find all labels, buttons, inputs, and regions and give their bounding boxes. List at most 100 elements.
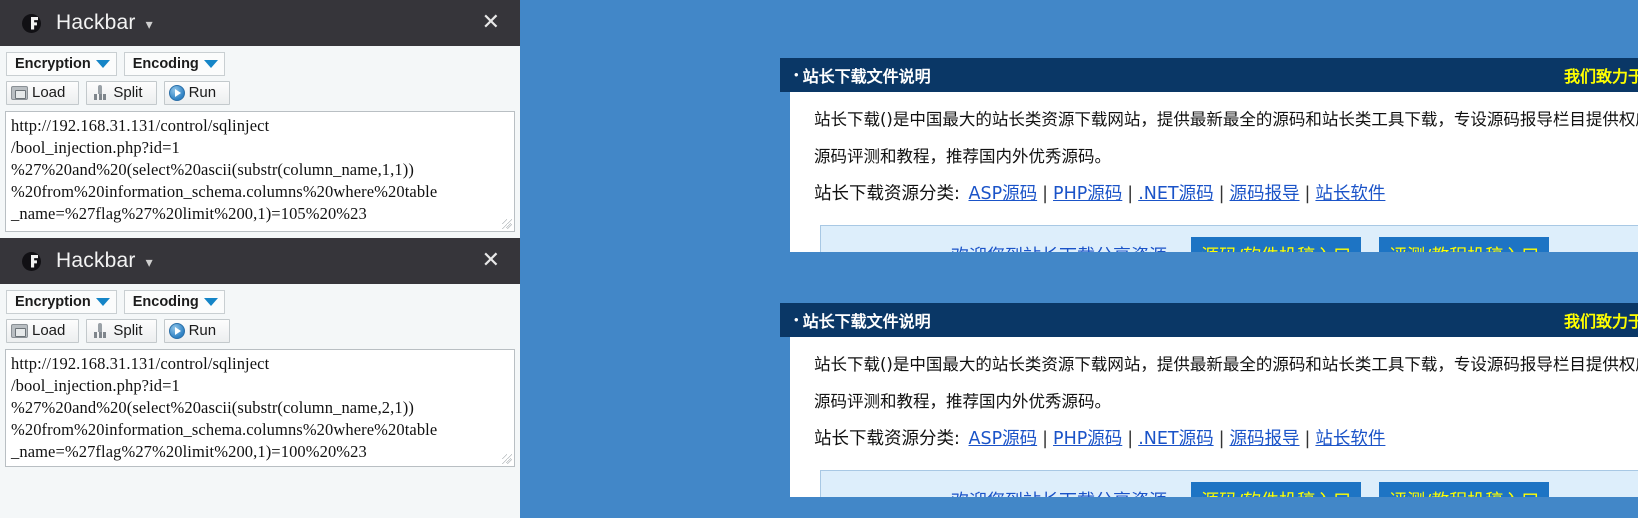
site-block-top: • 站长下载文件说明 我们致力于为中文网站提供动力 站长下载()是中国最大的站长… <box>780 58 1638 252</box>
hackbar-logo-icon <box>22 13 41 33</box>
load-button[interactable]: Load <box>6 319 80 343</box>
category-link-software[interactable]: 站长软件 <box>1315 184 1385 204</box>
site-header-title: 站长下载文件说明 <box>802 312 931 331</box>
resize-handle-icon[interactable] <box>502 219 512 229</box>
submit-tutorial-button[interactable]: 评测/教程投稿入口 <box>1379 236 1550 252</box>
resize-handle-icon[interactable] <box>502 454 512 464</box>
hackbar-column: Hackbar ▾ ✕ Encryption Encoding Load Spl… <box>0 0 520 518</box>
category-separator: | <box>1127 183 1134 204</box>
category-line: 站长下载资源分类: ASP源码 | PHP源码 | .NET源码 | 源码报导 | 站长软件 <box>814 180 1638 205</box>
site-slogan: 我们致力于为中文网站提供动力 <box>1563 67 1638 86</box>
run-icon <box>168 322 185 339</box>
category-link-asp[interactable]: ASP源码 <box>968 184 1037 204</box>
split-label: Split <box>113 84 143 101</box>
load-button[interactable]: Load <box>6 81 80 105</box>
hackbar-toolbar-2: Encryption Encoding Load Split Run <box>0 284 520 343</box>
site-header-title: 站长下载文件说明 <box>802 67 931 86</box>
close-icon[interactable]: ✕ <box>476 10 506 36</box>
toolbar-row-actions: Load Split Run <box>6 81 514 105</box>
run-label: Run <box>188 322 217 339</box>
category-separator: | <box>1042 183 1049 204</box>
hackbar-logo-icon <box>22 251 41 271</box>
chevron-down-icon[interactable]: ▾ <box>146 254 153 271</box>
toolbar-row-dropdowns: Encryption Encoding <box>6 290 514 314</box>
hackbar-title: Hackbar <box>56 11 136 34</box>
load-label: Load <box>32 84 66 101</box>
submit-box: 欢迎您到站长下载分享资源: 源码/软件投稿入口 评测/教程投稿入口 <box>820 469 1638 497</box>
split-icon <box>93 322 107 339</box>
site-paragraph-line1: 站长下载()是中国最大的站长类资源下载网站，提供最新最全的源码和站长类工具下载，… <box>814 355 1638 374</box>
site-slogan: 我们致力于为中文网站提供动力 <box>1563 312 1638 331</box>
encoding-label: Encoding <box>132 294 199 310</box>
run-button[interactable]: Run <box>163 319 231 343</box>
submit-source-button[interactable]: 源码/软件投稿入口 <box>1191 236 1362 252</box>
hackbar-titlebar: Hackbar ▾ ✕ <box>0 0 520 46</box>
split-button[interactable]: Split <box>86 81 157 105</box>
hackbar-title: Hackbar <box>56 249 136 272</box>
hackbar-panel-2: Hackbar ▾ ✕ Encryption Encoding Load Spl… <box>0 238 520 467</box>
encryption-label: Encryption <box>15 56 91 72</box>
encoding-label: Encoding <box>132 56 199 72</box>
submit-label: 欢迎您到站长下载分享资源: <box>951 487 1173 497</box>
category-link-report[interactable]: 源码报导 <box>1230 429 1300 449</box>
category-separator: | <box>1127 428 1134 449</box>
encoding-button[interactable]: Encoding <box>123 290 225 314</box>
encryption-label: Encryption <box>15 294 91 310</box>
browser-page-area: • 站长下载文件说明 我们致力于为中文网站提供动力 站长下载()是中国最大的站长… <box>520 0 1638 518</box>
url-textarea[interactable]: http://192.168.31.131/control/sqlinject … <box>5 111 515 232</box>
submit-box: 欢迎您到站长下载分享资源: 源码/软件投稿入口 评测/教程投稿入口 <box>820 224 1638 252</box>
chevron-down-icon <box>203 298 218 306</box>
load-label: Load <box>32 322 66 339</box>
encryption-button[interactable]: Encryption <box>6 290 117 314</box>
category-link-net[interactable]: .NET源码 <box>1138 184 1213 204</box>
category-link-net[interactable]: .NET源码 <box>1138 429 1213 449</box>
site-body: 站长下载()是中国最大的站长类资源下载网站，提供最新最全的源码和站长类工具下载，… <box>780 92 1638 252</box>
category-link-report[interactable]: 源码报导 <box>1230 184 1300 204</box>
run-icon <box>168 84 185 101</box>
category-separator: | <box>1304 183 1311 204</box>
category-link-software[interactable]: 站长软件 <box>1315 429 1385 449</box>
close-icon[interactable]: ✕ <box>476 248 506 274</box>
encryption-button[interactable]: Encryption <box>6 52 117 76</box>
chevron-down-icon[interactable]: ▾ <box>146 16 153 33</box>
toolbar-row-actions: Load Split Run <box>6 319 514 343</box>
chevron-down-icon <box>203 60 218 68</box>
run-label: Run <box>188 84 217 101</box>
category-link-php[interactable]: PHP源码 <box>1053 184 1122 204</box>
category-line: 站长下载资源分类: ASP源码 | PHP源码 | .NET源码 | 源码报导 | 站长软件 <box>814 425 1638 450</box>
site-header: • 站长下载文件说明 我们致力于为中文网站提供动力 <box>780 303 1638 337</box>
chevron-down-icon <box>95 60 110 68</box>
category-label: 站长下载资源分类: <box>814 183 960 204</box>
chevron-down-icon <box>95 298 110 306</box>
url-textarea-wrap-1: http://192.168.31.131/control/sqlinject … <box>0 105 520 232</box>
split-button[interactable]: Split <box>86 319 157 343</box>
category-separator: | <box>1218 428 1225 449</box>
split-icon <box>93 84 107 101</box>
submit-tutorial-button[interactable]: 评测/教程投稿入口 <box>1379 481 1550 497</box>
url-textarea[interactable]: http://192.168.31.131/control/sqlinject … <box>5 349 515 467</box>
url-textarea-wrap-2: http://192.168.31.131/control/sqlinject … <box>0 343 520 467</box>
site-paragraph-line1: 站长下载()是中国最大的站长类资源下载网站，提供最新最全的源码和站长类工具下载，… <box>814 110 1638 129</box>
hackbar-toolbar-1: Encryption Encoding Load Split Run <box>0 46 520 105</box>
category-link-php[interactable]: PHP源码 <box>1053 429 1122 449</box>
submit-label: 欢迎您到站长下载分享资源: <box>951 242 1173 252</box>
run-button[interactable]: Run <box>163 81 231 105</box>
category-link-asp[interactable]: ASP源码 <box>968 429 1037 449</box>
site-body: 站长下载()是中国最大的站长类资源下载网站，提供最新最全的源码和站长类工具下载，… <box>780 337 1638 497</box>
bullet-icon: • <box>794 66 799 82</box>
site-paragraph-line2: 源码评测和教程，推荐国内外优秀源码。 <box>814 146 1111 166</box>
hackbar-panel-1: Hackbar ▾ ✕ Encryption Encoding Load Spl… <box>0 0 520 232</box>
submit-source-button[interactable]: 源码/软件投稿入口 <box>1191 481 1362 497</box>
encoding-button[interactable]: Encoding <box>123 52 225 76</box>
split-label: Split <box>113 322 143 339</box>
hackbar-titlebar: Hackbar ▾ ✕ <box>0 238 520 284</box>
category-separator: | <box>1042 428 1049 449</box>
category-separator: | <box>1304 428 1311 449</box>
site-paragraph-line2: 源码评测和教程，推荐国内外优秀源码。 <box>814 391 1111 411</box>
screen-root: Hackbar ▾ ✕ Encryption Encoding Load Spl… <box>0 0 1638 518</box>
toolbar-row-dropdowns: Encryption Encoding <box>6 52 514 76</box>
bullet-icon: • <box>794 311 799 327</box>
category-label: 站长下载资源分类: <box>814 428 960 449</box>
site-header: • 站长下载文件说明 我们致力于为中文网站提供动力 <box>780 58 1638 92</box>
site-block-bottom: • 站长下载文件说明 我们致力于为中文网站提供动力 站长下载()是中国最大的站长… <box>780 303 1638 497</box>
